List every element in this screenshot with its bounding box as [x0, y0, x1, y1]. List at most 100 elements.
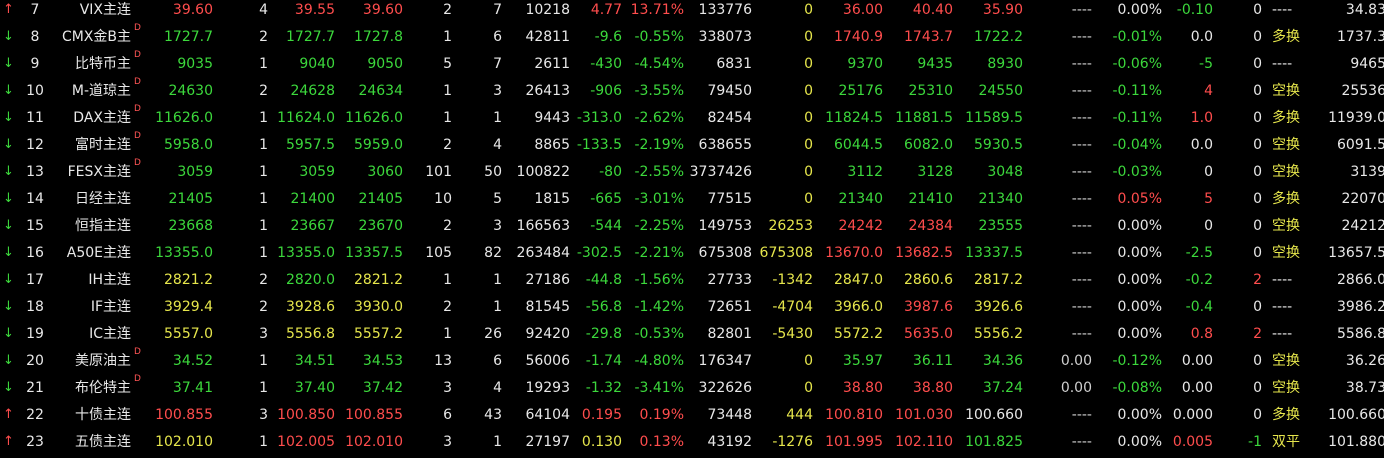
ask-quantity: 2 [443, 218, 452, 234]
row-index: 11 [26, 110, 44, 126]
open-interest: 73448 [707, 407, 752, 423]
table-row[interactable]: ↓ 20 美原油主 34.52 1 34.51 34.53 13 6 56006 -1.74 -4.8… [0, 347, 1384, 377]
delayed-marker: D [134, 347, 141, 357]
row-index: 17 [26, 272, 44, 288]
trade-nature: 空换 [1272, 164, 1300, 180]
contract-name: VIX主连 [79, 2, 131, 18]
settle-price: 34.83 [1345, 2, 1384, 18]
ask-price: 23670 [358, 218, 403, 234]
table-row[interactable]: ↑ 22 十债主连 100.855 3 100.850 100.855 6 43 64104 0.1… [0, 404, 1384, 431]
open-interest: 27733 [707, 272, 752, 288]
bid-price: 24628 [290, 83, 335, 99]
table-row[interactable]: ↓ 12 富时主连 5958.0 1 5957.5 5959.0 2 4 8865 -133.5 -2… [0, 131, 1384, 161]
open-interest: 72651 [707, 299, 752, 315]
increase-percent: 0.00% [1117, 407, 1162, 423]
ask-price: 1727.8 [354, 29, 403, 45]
trade-nature: 空换 [1272, 83, 1300, 99]
bid-price: 34.51 [294, 353, 335, 369]
open-price: 5572.2 [834, 326, 883, 342]
total-volume: 10218 [525, 2, 570, 18]
ask-quantity: 13 [434, 353, 452, 369]
trade-nature: ---- [1272, 299, 1293, 315]
change-percent: -0.55% [634, 29, 684, 45]
settle-price: 22070 [1341, 191, 1384, 207]
bid-quantity: 1 [259, 218, 268, 234]
arrow-down-icon: ↓ [3, 110, 14, 125]
low-price: 34.36 [982, 353, 1023, 369]
rise-speed: ---- [1071, 137, 1092, 153]
low-price: 37.24 [982, 380, 1023, 396]
total-volume: 8865 [534, 137, 570, 153]
rise-speed: ---- [1071, 164, 1092, 180]
current-volume: 1 [493, 434, 502, 450]
daily-position-change: 0 [804, 83, 813, 99]
table-row[interactable]: ↑ 7 VIX主连 39.60 4 39.55 39.60 2 7 10218 4.77 13.71%… [0, 0, 1384, 26]
open-price: 36.00 [842, 2, 883, 18]
table-row[interactable]: ↓ 13 FESX主连 3059 1 3059 3060 101 50 100822 -80 -2.5… [0, 158, 1384, 188]
daily-position-change: -1276 [772, 434, 813, 450]
table-row[interactable]: ↓ 11 DAX主连 11626.0 1 11624.0 11626.0 1 1 9443 -313… [0, 104, 1384, 134]
contract-name: 富时主连 [75, 137, 131, 153]
price-difference: 0 [1204, 218, 1213, 234]
table-row[interactable]: ↓ 15 恒指主连 23668 1 23667 23670 2 3 166563 -544 -2.25… [0, 215, 1384, 242]
table-row[interactable]: ↓ 10 M-道琼主 24630 2 24628 24634 1 3 26413 -906 -3.55… [0, 77, 1384, 107]
change-percent: 13.71% [630, 2, 684, 18]
table-row[interactable]: ↑ 23 五债主连 102.010 1 102.005 102.010 3 1 27197 0.13… [0, 431, 1384, 458]
table-row[interactable]: ↓ 17 IH主连 2821.2 2 2820.0 2821.2 1 1 27186 -44.8 -1… [0, 269, 1384, 296]
bid-quantity: 1 [259, 164, 268, 180]
contract-name: IC主连 [89, 326, 131, 342]
daily-position-change: 0 [804, 2, 813, 18]
position-count: 0 [1253, 299, 1262, 315]
daily-position-change: 0 [804, 29, 813, 45]
low-price: 24550 [978, 83, 1023, 99]
bid-quantity: 4 [259, 2, 268, 18]
table-row[interactable]: ↓ 8 CMX金B主 1727.7 2 1727.7 1727.8 1 6 42811 -9.6 -0… [0, 23, 1384, 53]
last-price: 100.855 [155, 407, 213, 423]
position-count: 0 [1253, 191, 1262, 207]
total-volume: 64104 [525, 407, 570, 423]
contract-name: IH主连 [88, 272, 131, 288]
high-price: 5635.0 [904, 326, 953, 342]
low-price: 101.825 [965, 434, 1023, 450]
low-price: 11589.5 [965, 110, 1023, 126]
price-change: -56.8 [585, 299, 622, 315]
contract-name: FESX主连 [67, 164, 131, 180]
table-row[interactable]: ↓ 18 IF主连 3929.4 2 3928.6 3930.0 2 1 81545 -56.8 -1… [0, 296, 1384, 323]
arrow-up-icon: ↑ [3, 434, 14, 449]
price-difference: 0.00 [1181, 353, 1213, 369]
total-volume: 27186 [525, 272, 570, 288]
ask-quantity: 2 [443, 137, 452, 153]
high-price: 25310 [908, 83, 953, 99]
trade-nature: 空换 [1272, 380, 1300, 396]
change-percent: 0.13% [639, 434, 684, 450]
bid-quantity: 1 [259, 353, 268, 369]
price-change: -9.6 [594, 29, 622, 45]
high-price: 102.110 [895, 434, 953, 450]
price-difference: -0.10 [1176, 2, 1213, 18]
table-row[interactable]: ↓ 21 布伦特主 37.41 1 37.40 37.42 3 4 19293 -1.32 -3.41… [0, 374, 1384, 404]
trade-nature: 双平 [1272, 434, 1300, 450]
total-volume: 81545 [525, 299, 570, 315]
rise-speed: ---- [1071, 407, 1092, 423]
arrow-up-icon: ↑ [3, 2, 14, 17]
bid-price: 21400 [290, 191, 335, 207]
trade-nature: 多换 [1272, 29, 1300, 45]
current-volume: 43 [484, 407, 502, 423]
change-percent: -3.01% [634, 191, 684, 207]
bid-quantity: 2 [259, 83, 268, 99]
current-volume: 1 [493, 272, 502, 288]
row-index: 14 [26, 191, 44, 207]
last-price: 21405 [168, 191, 213, 207]
table-row[interactable]: ↓ 9 比特币主 9035 1 9040 9050 5 7 2611 -430 -4.54% 6831 0… [0, 50, 1384, 80]
total-volume: 166563 [516, 218, 570, 234]
table-row[interactable]: ↓ 19 IC主连 5557.0 3 5556.8 5557.2 1 26 92420 -29.8-… [0, 323, 1384, 350]
current-volume: 7 [493, 2, 502, 18]
settle-price: 36.26 [1345, 353, 1384, 369]
daily-position-change: 0 [804, 164, 813, 180]
open-interest: 176347 [698, 353, 752, 369]
last-price: 39.60 [172, 2, 213, 18]
table-row[interactable]: ↓ 14 日经主连 21405 1 21400 21405 10 5 1815 -665 -3.01%… [0, 188, 1384, 215]
table-row[interactable]: ↓ 16 A50E主连 13355.0 1 13355.0 13357.5 105 82 2634… [0, 242, 1384, 269]
last-price: 102.010 [155, 434, 213, 450]
open-interest: 43192 [707, 434, 752, 450]
